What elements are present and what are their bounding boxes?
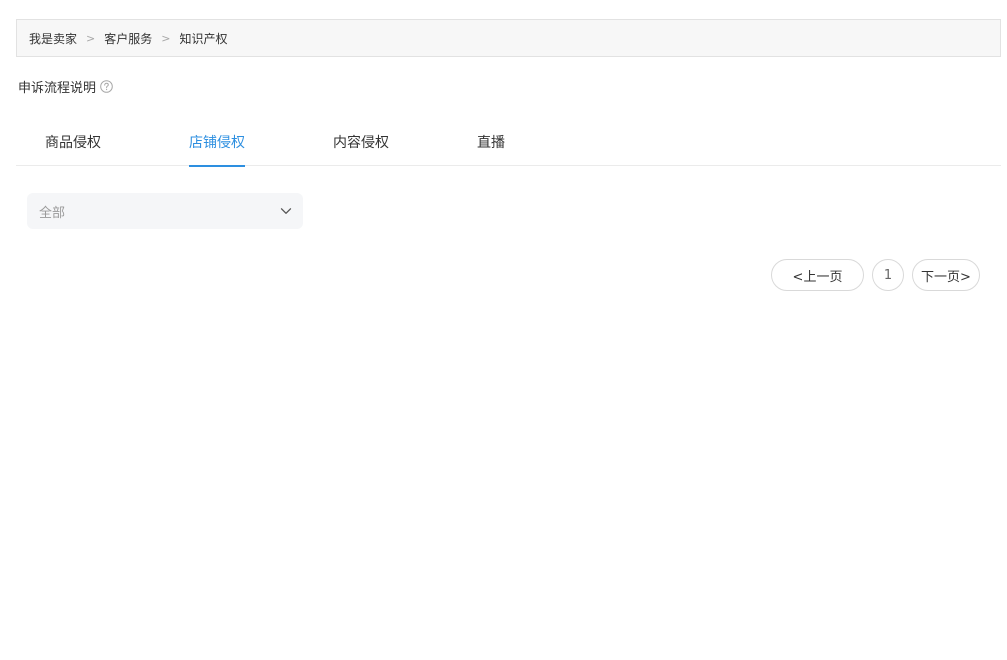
tab-product-infringement[interactable]: 商品侵权	[45, 124, 101, 166]
prev-page-button[interactable]: <上一页	[771, 259, 864, 291]
filter-select-value: 全部	[39, 205, 66, 221]
breadcrumb-item-customer-service[interactable]: 客户服务	[104, 30, 152, 47]
filter-select[interactable]: 全部	[27, 193, 303, 229]
tab-content-infringement[interactable]: 内容侵权	[333, 124, 389, 166]
page-number-button[interactable]: 1	[872, 259, 904, 291]
breadcrumb-item-seller[interactable]: 我是卖家	[29, 30, 77, 47]
question-circle-icon[interactable]	[100, 79, 113, 93]
tab-bar: 商品侵权 店铺侵权 内容侵权 直播	[16, 124, 1001, 167]
tab-shop-infringement[interactable]: 店铺侵权	[189, 124, 245, 167]
breadcrumb-item-ip: 知识产权	[179, 31, 228, 46]
breadcrumb: 我是卖家 > 客户服务 > 知识产权	[16, 19, 1001, 57]
next-page-button[interactable]: 下一页>	[912, 259, 980, 291]
breadcrumb-separator: >	[86, 31, 96, 45]
appeal-process-header: 申诉流程说明	[18, 77, 113, 96]
appeal-process-title: 申诉流程说明	[18, 80, 97, 96]
breadcrumb-separator: >	[161, 31, 171, 45]
page: 我是卖家 > 客户服务 > 知识产权 申诉流程说明 商品侵权 店铺侵权 内容侵权…	[0, 0, 1007, 660]
chevron-down-icon	[280, 205, 292, 217]
tab-live-stream[interactable]: 直播	[477, 124, 505, 166]
